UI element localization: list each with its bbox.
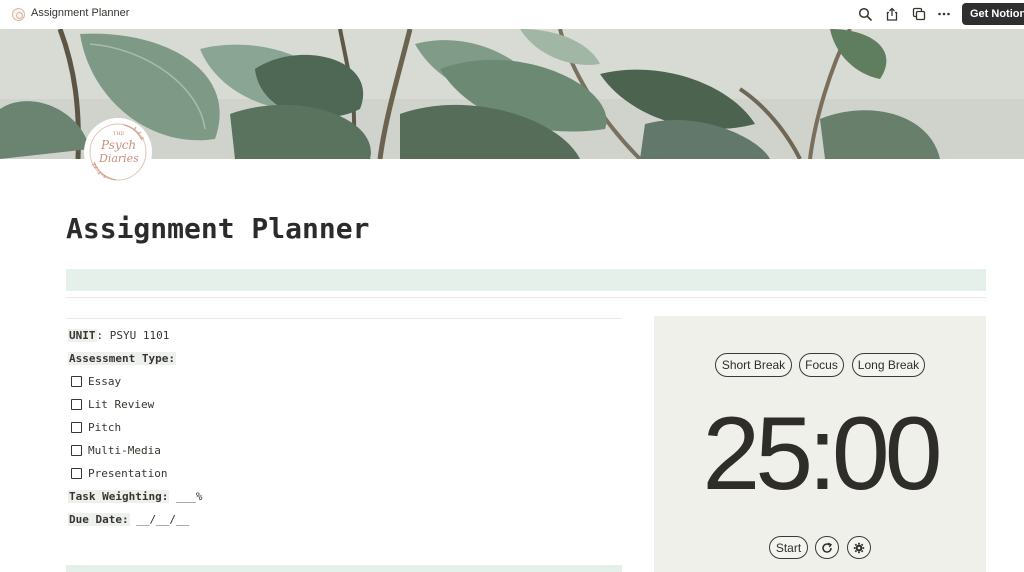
reset-icon[interactable] xyxy=(815,536,839,559)
column-divider xyxy=(66,318,622,319)
checkbox-lit-review[interactable] xyxy=(71,399,82,410)
long-break-button[interactable]: Long Break xyxy=(852,353,925,377)
divider xyxy=(66,297,986,298)
checklist-item: Pitch xyxy=(71,421,121,434)
assessment-type-row: Assessment Type: xyxy=(68,352,176,365)
assessment-type-label: Assessment Type: xyxy=(68,352,176,365)
task-weighting-label: Task Weighting: xyxy=(68,490,170,503)
checklist-label: Presentation xyxy=(88,467,168,480)
checklist-item: Lit Review xyxy=(71,398,154,411)
checkbox-multi-media[interactable] xyxy=(71,445,82,456)
breadcrumb-page-title[interactable]: Assignment Planner xyxy=(31,7,129,19)
task-weighting-row: Task Weighting: ___% xyxy=(68,490,202,503)
logo-text-the: THE xyxy=(113,131,125,137)
checklist-item: Essay xyxy=(71,375,121,388)
duplicate-icon[interactable] xyxy=(909,4,929,24)
checkbox-pitch[interactable] xyxy=(71,422,82,433)
timer-display: 25:00 xyxy=(702,396,942,512)
page-logo-small-icon xyxy=(12,8,25,21)
short-break-button[interactable]: Short Break xyxy=(715,353,792,377)
task-weighting-value[interactable]: ___% xyxy=(169,490,203,503)
checkbox-essay[interactable] xyxy=(71,376,82,387)
share-icon[interactable] xyxy=(882,4,902,24)
unit-row: UNIT: PSYU 1101 xyxy=(68,329,169,342)
top-bar: Assignment Planner Get Notion xyxy=(0,0,1024,29)
logo-text-psych: Psych xyxy=(101,138,137,152)
focus-button[interactable]: Focus xyxy=(799,353,844,377)
checklist-item: Presentation xyxy=(71,467,167,480)
get-notion-button[interactable]: Get Notion xyxy=(962,3,1024,25)
unit-label: UNIT xyxy=(68,329,97,342)
checklist-label: Multi-Media xyxy=(88,444,161,457)
psych-diaries-logo: THE Psych Diaries xyxy=(84,118,152,186)
due-date-value[interactable]: __/__/__ xyxy=(130,513,189,526)
search-icon[interactable] xyxy=(855,4,875,24)
logo-text-diaries: Diaries xyxy=(99,152,139,165)
checklist-item: Multi-Media xyxy=(71,444,161,457)
next-section-band xyxy=(66,565,622,572)
checkbox-presentation[interactable] xyxy=(71,468,82,479)
checklist-label: Lit Review xyxy=(88,398,155,411)
checklist-label: Pitch xyxy=(88,421,122,434)
more-icon[interactable] xyxy=(934,4,954,24)
cover-image xyxy=(0,29,1024,159)
due-date-row: Due Date: __/__/__ xyxy=(68,513,189,526)
due-date-label: Due Date: xyxy=(68,513,130,526)
page-title: Assignment Planner xyxy=(66,212,370,245)
settings-gear-icon[interactable] xyxy=(847,536,871,559)
pomodoro-timer-widget: Short Break Focus Long Break 25:00 Start xyxy=(654,316,986,572)
callout-band xyxy=(66,269,986,291)
checklist-label: Essay xyxy=(88,375,122,388)
unit-value[interactable]: : PSYU 1101 xyxy=(97,329,170,342)
start-button[interactable]: Start xyxy=(769,536,808,559)
